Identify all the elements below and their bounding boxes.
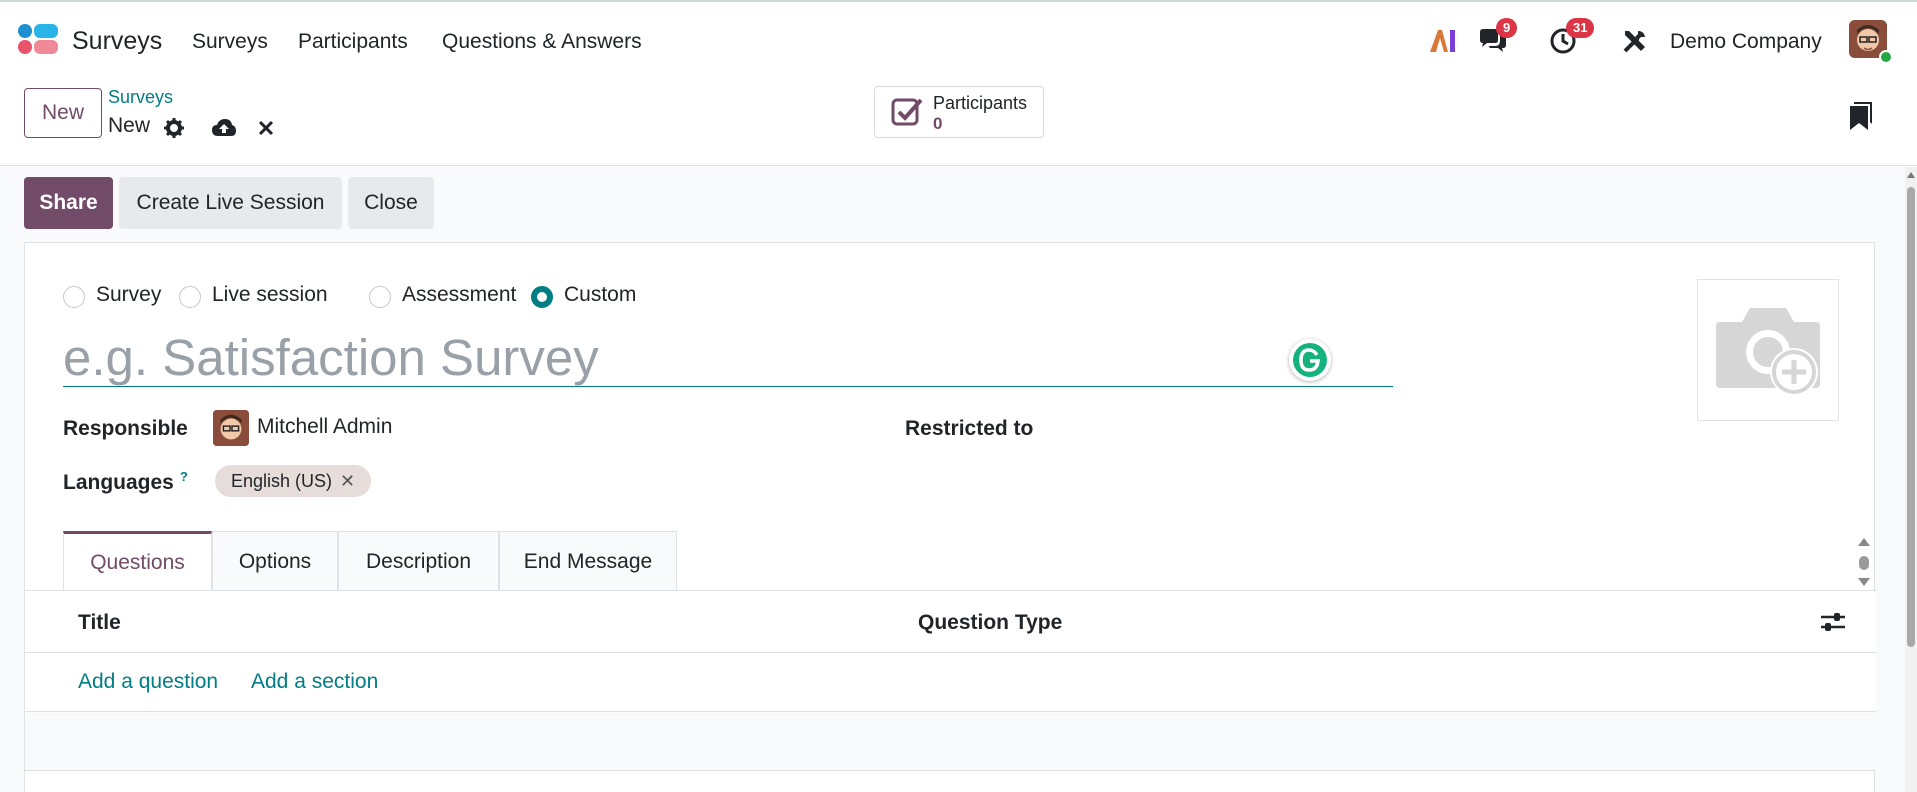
control-panel: New Surveys New Participants 0 — [0, 78, 1917, 166]
radio-label-assessment[interactable]: Assessment — [402, 283, 516, 307]
radio-live-session[interactable] — [179, 286, 201, 308]
tabs-divider — [25, 590, 1876, 591]
save-cloud-icon[interactable] — [212, 116, 236, 140]
survey-title-input[interactable] — [63, 329, 1393, 387]
messages-icon[interactable]: 9 — [1476, 18, 1518, 58]
radio-label-survey[interactable]: Survey — [96, 283, 161, 307]
discard-close-icon[interactable] — [254, 116, 278, 140]
gear-icon[interactable] — [162, 116, 186, 140]
restricted-to-label: Restricted to — [905, 417, 1034, 440]
column-question-type[interactable]: Question Type — [918, 611, 1062, 635]
user-avatar[interactable] — [1849, 20, 1893, 64]
languages-label: Languages? — [63, 469, 188, 495]
optional-columns-icon[interactable] — [1821, 611, 1845, 638]
radio-survey[interactable] — [63, 286, 85, 308]
messages-badge: 9 — [1496, 18, 1518, 38]
responsible-value[interactable]: Mitchell Admin — [257, 415, 392, 439]
languages-label-text: Languages — [63, 471, 174, 494]
tools-icon[interactable] — [1618, 24, 1652, 58]
grammarly-icon[interactable] — [1289, 339, 1331, 381]
tab-questions[interactable]: Questions — [63, 531, 212, 592]
radio-label-live-session[interactable]: Live session — [212, 283, 328, 307]
add-section-link[interactable]: Add a section — [251, 670, 378, 694]
responsible-avatar — [213, 410, 249, 446]
app-name[interactable]: Surveys — [72, 27, 162, 56]
app-logo-icon[interactable] — [18, 24, 60, 56]
language-tag: English (US) ✕ — [215, 465, 372, 497]
company-switcher[interactable]: Demo Company — [1670, 30, 1822, 54]
activities-badge: 31 — [1566, 18, 1595, 38]
tab-description[interactable]: Description — [338, 531, 499, 591]
nav-item-surveys[interactable]: Surveys — [192, 30, 268, 54]
online-status-icon — [1879, 50, 1893, 64]
tab-end-message[interactable]: End Message — [499, 531, 677, 591]
nav-item-questions-answers[interactable]: Questions & Answers — [442, 30, 642, 54]
radio-label-custom[interactable]: Custom — [564, 283, 636, 307]
new-button[interactable]: New — [24, 88, 102, 138]
language-tag-label: English (US) — [231, 471, 333, 491]
close-button[interactable]: Close — [348, 177, 434, 229]
tag-remove-icon[interactable]: ✕ — [340, 471, 355, 491]
scrollbar-thumb[interactable] — [1907, 187, 1915, 647]
radio-assessment[interactable] — [369, 286, 391, 308]
responsible-label: Responsible — [63, 417, 188, 440]
smart-button-label: Participants — [933, 93, 1028, 113]
participants-smart-button[interactable]: Participants 0 — [874, 86, 1044, 138]
bookmark-icon[interactable] — [1850, 102, 1872, 135]
list-scroll-arrows-icon[interactable] — [1856, 536, 1872, 588]
create-live-session-button[interactable]: Create Live Session — [119, 177, 342, 229]
smart-button-value: 0 — [933, 114, 943, 133]
breadcrumb-surveys[interactable]: Surveys — [108, 87, 173, 108]
survey-image-upload[interactable] — [1697, 279, 1839, 421]
languages-help-icon[interactable]: ? — [180, 469, 188, 484]
page-vertical-scrollbar[interactable] — [1905, 167, 1917, 792]
share-button[interactable]: Share — [24, 177, 113, 229]
nav-item-participants[interactable]: Participants — [298, 30, 408, 54]
checkbox-icon — [891, 98, 923, 126]
form-sheet: Survey Live session Assessment Custom Re… — [24, 242, 1876, 792]
breadcrumb-current: New — [108, 114, 151, 137]
ai-icon[interactable] — [1426, 24, 1460, 58]
add-question-link[interactable]: Add a question — [78, 670, 218, 694]
activities-clock-icon[interactable]: 31 — [1546, 18, 1595, 58]
column-title[interactable]: Title — [78, 611, 121, 635]
questions-add-row: Add a question Add a section — [25, 654, 1876, 712]
top-navbar: Surveys Surveys Participants Questions &… — [0, 0, 1917, 78]
camera-add-icon — [1716, 308, 1820, 396]
radio-custom[interactable] — [531, 286, 553, 308]
questions-list-header: Title Question Type — [25, 591, 1876, 653]
tab-options[interactable]: Options — [212, 531, 338, 591]
list-empty-row — [25, 713, 1876, 771]
